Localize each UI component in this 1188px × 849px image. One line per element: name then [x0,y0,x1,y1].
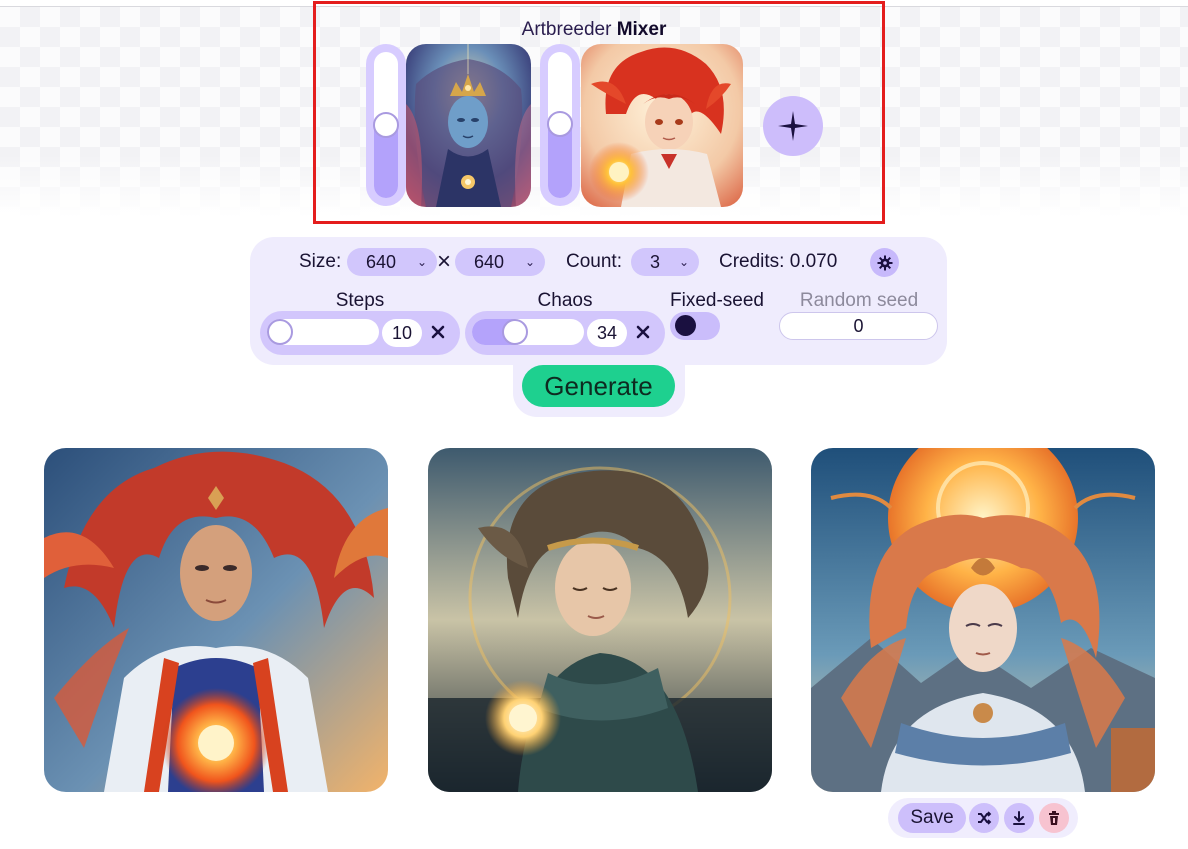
steps-reset-button[interactable] [428,322,448,342]
height-value: 640 [474,251,505,272]
chevron-down-icon: ⌄ [524,255,535,269]
result-image-3[interactable] [811,448,1155,792]
steps-label: Steps [335,290,385,311]
shuffle-icon [978,811,992,825]
times-icon: × [437,248,452,275]
save-button[interactable]: Save [898,803,966,833]
chaos-knob[interactable] [502,319,528,345]
width-value: 640 [366,251,397,272]
random-seed-label: Random seed [799,290,919,311]
highlight-box [313,1,885,224]
remix-button[interactable] [969,803,999,833]
fixed-seed-toggle[interactable] [670,312,720,340]
height-select[interactable]: 640 ⌄ [455,248,545,276]
close-icon [431,325,445,339]
steps-slider[interactable]: 10 [260,311,460,355]
delete-button[interactable] [1039,803,1069,833]
chevron-down-icon: ⌄ [416,255,427,269]
result-image-2[interactable] [428,448,772,792]
download-icon [1013,811,1025,825]
count-label: Count: [566,251,622,272]
download-button[interactable] [1004,803,1034,833]
fixed-seed-label: Fixed-seed [670,290,764,311]
chevron-down-icon: ⌄ [678,255,689,269]
close-icon [636,325,650,339]
count-value: 3 [650,251,661,272]
steps-knob[interactable] [267,319,293,345]
settings-button[interactable] [870,248,899,277]
credits-value: 0.070 [789,251,838,272]
chaos-reset-button[interactable] [633,322,653,342]
credits-label: Credits: [719,251,785,272]
generate-button[interactable]: Generate [522,365,675,407]
result-image-1[interactable] [44,448,388,792]
width-select[interactable]: 640 ⌄ [347,248,437,276]
chaos-slider[interactable]: 34 [465,311,665,355]
seed-input[interactable] [779,312,938,340]
toggle-knob [675,315,696,336]
chaos-value[interactable]: 34 [587,319,627,347]
size-label: Size: [299,251,342,272]
credits-display: Credits: 0.070 [719,251,837,273]
gear-icon [877,255,892,270]
trash-icon [1049,811,1059,825]
chaos-label: Chaos [537,290,593,311]
count-select[interactable]: 3 ⌄ [631,248,699,276]
steps-value[interactable]: 10 [382,319,422,347]
